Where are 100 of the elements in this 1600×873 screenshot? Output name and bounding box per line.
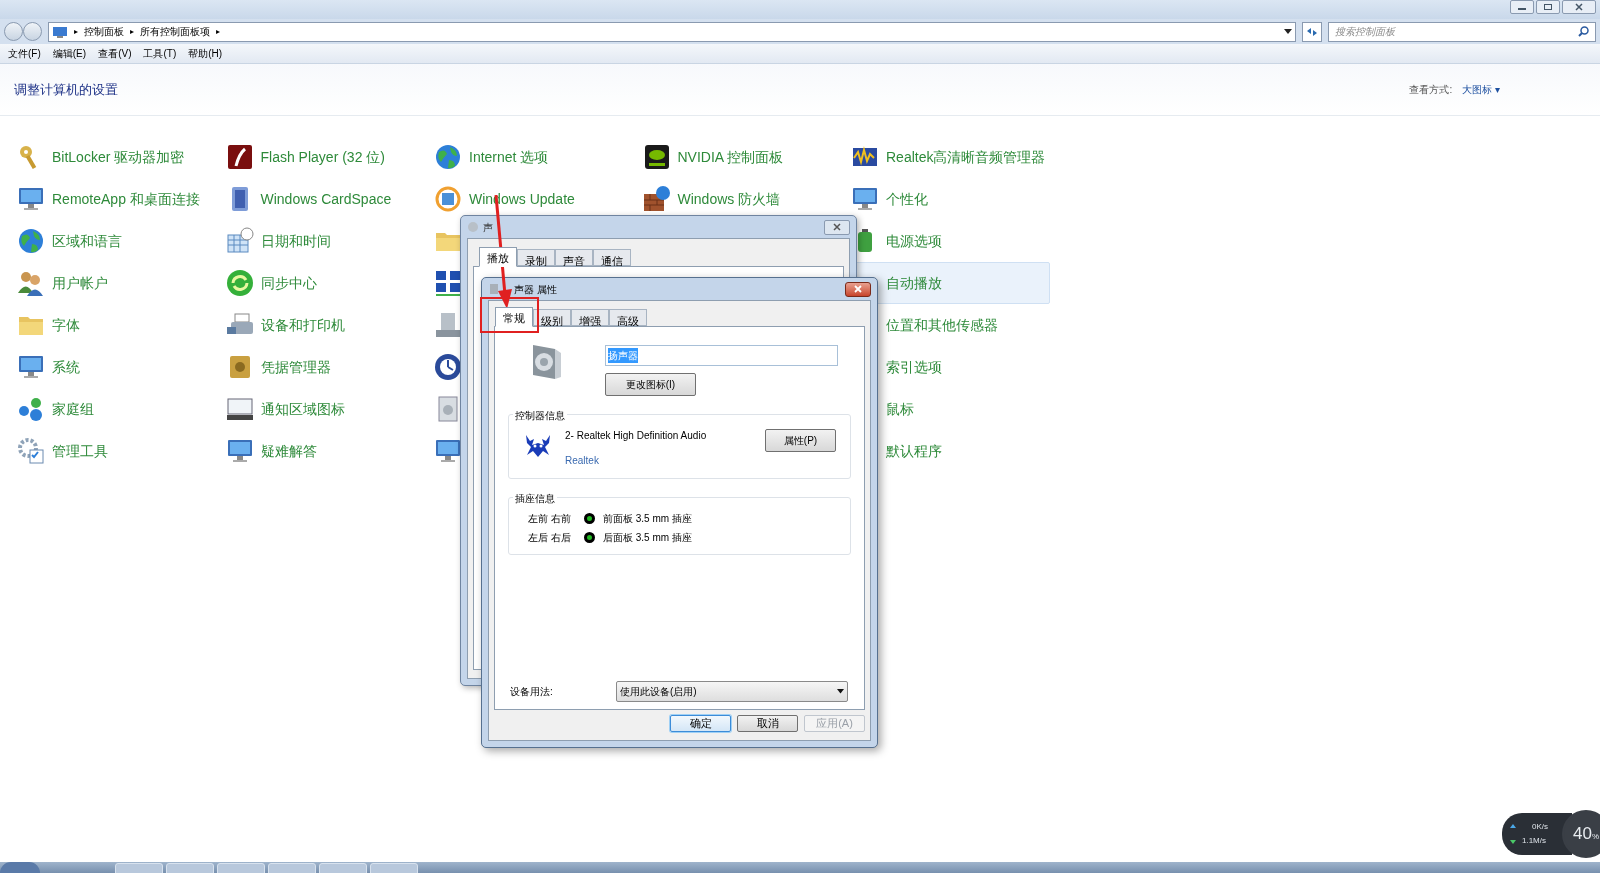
refresh-button[interactable] — [1302, 21, 1322, 42]
menu-item[interactable]: 查看(V) — [98, 46, 132, 61]
tab[interactable]: 通信 — [593, 249, 631, 266]
close-icon — [833, 223, 841, 231]
breadcrumb[interactable]: 控制面板 — [84, 24, 124, 39]
jack-description: 后面板 3.5 mm 插座 — [603, 530, 692, 545]
control-panel-link[interactable]: Windows 防火墙 — [677, 188, 781, 210]
control-panel-link[interactable]: 个性化 — [886, 188, 928, 210]
control-panel-link[interactable]: 日期和时间 — [260, 230, 331, 252]
taskbar-button[interactable] — [268, 863, 316, 873]
control-panel-link[interactable]: RemoteApp 和桌面连接 — [52, 188, 200, 210]
dropdown-value: 使用此设备(启用) — [620, 685, 697, 699]
control-panel-link[interactable]: 用户帐户 — [52, 272, 108, 294]
sync-icon — [224, 268, 255, 298]
tab[interactable]: 播放 — [479, 247, 517, 267]
globe-icon — [433, 142, 463, 172]
dropdown-icon — [1284, 28, 1292, 35]
menu-item[interactable]: 帮助(H) — [188, 46, 223, 61]
control-panel-link[interactable]: 字体 — [52, 314, 80, 336]
gear-icon — [16, 436, 46, 466]
address-field[interactable]: ▸ 控制面板 ▸ 所有控制面板项 ▸ — [48, 21, 1296, 42]
upload-icon — [1510, 824, 1516, 830]
jack-description: 前面板 3.5 mm 插座 — [603, 511, 692, 526]
control-panel-link[interactable]: 系统 — [52, 356, 80, 378]
dialog-button[interactable]: 确定 — [670, 715, 731, 732]
control-panel-link[interactable]: Realtek高清晰音频管理器 — [886, 146, 1046, 168]
restore-button[interactable] — [1536, 0, 1560, 14]
change-icon-button[interactable]: 更改图标(I) — [605, 373, 696, 396]
control-panel-link[interactable]: 设备和打印机 — [260, 314, 345, 336]
control-panel-link[interactable]: 索引选项 — [886, 356, 942, 378]
dropdown-icon — [837, 689, 844, 694]
breadcrumb-separator: ▸ — [130, 25, 134, 38]
taskbar-button[interactable] — [217, 863, 265, 873]
control-panel-link[interactable]: BitLocker 驱动器加密 — [52, 146, 185, 168]
channel-label: 左后 右后 — [528, 530, 572, 545]
close-button[interactable] — [1562, 0, 1596, 14]
group-title: 控制器信息 — [513, 408, 567, 423]
upload-speed: 0K/s — [1532, 821, 1548, 833]
back-button[interactable] — [4, 22, 23, 41]
download-icon — [1510, 838, 1516, 844]
tab[interactable]: 增强 — [571, 309, 609, 326]
name-field[interactable]: 扬声器 — [605, 345, 838, 366]
brick-wall-icon — [641, 184, 672, 214]
forward-button[interactable] — [23, 22, 42, 41]
refresh-icon — [1306, 26, 1318, 37]
control-panel-link[interactable]: 同步中心 — [260, 272, 317, 294]
minimize-button[interactable] — [1510, 0, 1534, 14]
control-panel-link[interactable]: 自动播放 — [886, 272, 942, 294]
menu-item[interactable]: 文件(F) — [8, 46, 41, 61]
breadcrumb[interactable]: 所有控制面板项 — [140, 24, 210, 39]
dialog-title: 声 — [483, 220, 493, 235]
usage-value: 40% — [1572, 823, 1599, 846]
control-panel-link[interactable]: 凭据管理器 — [260, 356, 331, 378]
computer-icon — [433, 310, 463, 340]
search-icon — [1578, 26, 1589, 37]
close-button[interactable] — [845, 281, 871, 297]
tab[interactable]: 常规 — [495, 307, 533, 327]
taskbar-button[interactable] — [166, 863, 214, 873]
channel-label: 左前 右前 — [528, 511, 572, 526]
menu-item[interactable]: 编辑(E) — [52, 46, 87, 61]
search-placeholder: 搜索控制面板 — [1335, 25, 1397, 39]
dial-icon — [433, 352, 463, 382]
tab[interactable]: 声音 — [555, 249, 593, 266]
view-mode-link[interactable]: 大图标 ▾ — [1462, 82, 1500, 97]
group-title: 插座信息 — [513, 491, 557, 506]
control-panel-link[interactable]: Windows CardSpace — [260, 188, 392, 210]
calendar-icon — [224, 226, 255, 256]
tab[interactable]: 高级 — [609, 309, 647, 326]
properties-button[interactable]: 属性(P) — [765, 429, 836, 452]
control-panel-link[interactable]: Flash Player (32 位) — [260, 146, 385, 168]
control-panel-link[interactable]: 区域和语言 — [52, 230, 122, 252]
view-label: 查看方式: — [1409, 83, 1453, 97]
tab[interactable]: 级别 — [533, 309, 571, 326]
field-value: 扬声器 — [608, 348, 638, 363]
control-panel-link[interactable]: 电源选项 — [886, 230, 942, 252]
start-button[interactable] — [0, 862, 40, 873]
taskbar-button[interactable] — [115, 863, 163, 873]
close-button[interactable] — [824, 219, 850, 235]
control-panel-link[interactable]: 疑难解答 — [260, 440, 317, 462]
tab[interactable]: 录制 — [517, 249, 555, 266]
dialog-button[interactable]: 取消 — [737, 715, 798, 732]
control-panel-link[interactable]: 管理工具 — [52, 440, 108, 462]
menu-item[interactable]: 工具(T) — [143, 46, 177, 61]
control-panel-link[interactable]: 默认程序 — [886, 440, 942, 462]
control-panel-link[interactable]: 鼠标 — [886, 398, 914, 420]
download-speed: 1.1M/s — [1522, 835, 1546, 847]
usage-dropdown[interactable]: 使用此设备(启用) — [616, 681, 848, 702]
globe-icon — [16, 226, 46, 256]
controller-name: 2- Realtek High Definition Audio — [565, 429, 708, 443]
taskbar-button[interactable] — [370, 863, 418, 873]
search-field[interactable]: 搜索控制面板 — [1328, 21, 1596, 42]
control-panel-link[interactable]: 家庭组 — [52, 398, 94, 420]
dialog-title: 声器 属性 — [514, 282, 557, 297]
control-panel-link[interactable]: Internet 选项 — [469, 146, 549, 168]
taskbar-button[interactable] — [319, 863, 367, 873]
network-icon — [433, 268, 463, 298]
control-panel-link[interactable]: 位置和其他传感器 — [886, 314, 998, 336]
control-panel-link[interactable]: 通知区域图标 — [260, 398, 345, 420]
control-panel-link[interactable]: NVIDIA 控制面板 — [677, 146, 784, 168]
vendor-link[interactable]: Realtek — [565, 453, 765, 468]
